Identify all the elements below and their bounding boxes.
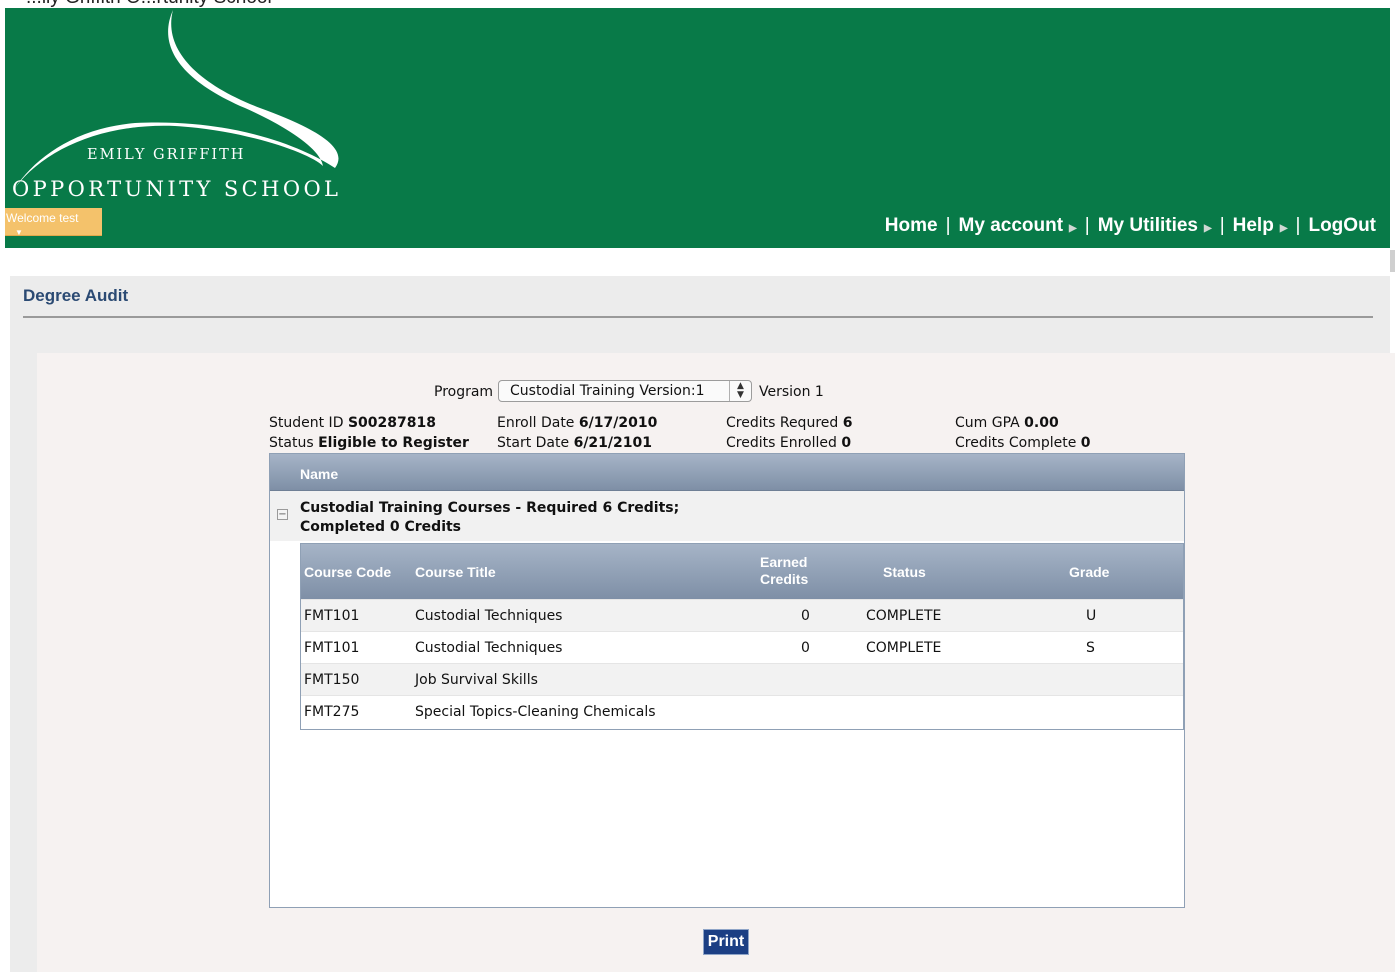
enroll-date-label: Enroll Date	[497, 415, 575, 431]
nav-help[interactable]: Help ▶	[1233, 215, 1288, 237]
cum-gpa-value: 0.00	[1024, 415, 1059, 431]
credits-complete-value: 0	[1080, 435, 1091, 451]
cell-grade: U	[1086, 608, 1097, 624]
nav-separator: |	[1219, 215, 1225, 236]
credits-enrolled-label: Credits Enrolled	[726, 435, 837, 451]
start-date-label: Start Date	[497, 435, 570, 451]
table-row: FMT101 Custodial Techniques 0 COMPLETE U	[301, 599, 1183, 632]
nav-my-account-label: My account	[958, 215, 1064, 236]
program-version: Version 1	[759, 384, 824, 400]
cell-earned: 0	[801, 640, 810, 656]
start-date: Start Date 6/21/2101	[497, 435, 652, 451]
status-label: Status	[269, 435, 314, 451]
logo-text-name: EMILY GRIFFITH	[87, 147, 246, 163]
credits-complete-label: Credits Complete	[955, 435, 1077, 451]
nav-separator: |	[945, 215, 951, 236]
credits-required-value: 6	[842, 415, 853, 431]
nav-home[interactable]: Home	[885, 215, 938, 237]
start-date-value: 6/21/2101	[573, 435, 652, 451]
credits-complete: Credits Complete 0	[955, 435, 1091, 451]
triangle-right-icon: ▶	[1069, 223, 1077, 234]
grid-header-name: Name	[300, 466, 339, 482]
logo-text-school: OPPORTUNITY SCHOOL	[12, 177, 342, 201]
student-id: Student ID S00287818	[269, 415, 436, 431]
nav-logout[interactable]: LogOut	[1308, 215, 1376, 237]
status-value: Eligible to Register	[318, 435, 469, 451]
print-button[interactable]: Print	[703, 929, 749, 955]
chevron-down-icon: ▼	[15, 228, 23, 237]
cell-grade: S	[1086, 640, 1095, 656]
table-row: FMT101 Custodial Techniques 0 COMPLETE S	[301, 631, 1183, 664]
col-course-title[interactable]: Course Title	[415, 564, 496, 580]
collapse-icon[interactable]: −	[277, 509, 288, 520]
nav-my-account[interactable]: My account ▶	[959, 215, 1077, 237]
title-divider	[23, 316, 1373, 318]
course-table: Course Code Course Title Earned Credits …	[300, 543, 1184, 730]
nav-my-utilities-label: My Utilities	[1097, 215, 1198, 236]
grid-header[interactable]: Name	[270, 454, 1184, 491]
table-row: FMT150 Job Survival Skills	[301, 663, 1183, 696]
col-status[interactable]: Status	[883, 564, 926, 580]
cell-code: FMT275	[304, 704, 360, 720]
scrollbar-edge	[1390, 250, 1395, 272]
cum-gpa: Cum GPA 0.00	[955, 415, 1059, 431]
cell-title: Custodial Techniques	[415, 640, 563, 656]
nav-my-utilities[interactable]: My Utilities ▶	[1098, 215, 1212, 237]
triangle-right-icon: ▶	[1279, 223, 1288, 234]
cell-code: FMT150	[304, 672, 360, 688]
program-select-value: Custodial Training Version:1	[510, 383, 705, 399]
welcome-tab[interactable]: Welcome test ▼	[5, 208, 102, 237]
course-table-header: Course Code Course Title Earned Credits …	[301, 544, 1183, 599]
col-earned-line1[interactable]: Earned	[760, 554, 807, 570]
triangle-right-icon: ▶	[1204, 223, 1212, 234]
col-grade[interactable]: Grade	[1069, 564, 1109, 580]
col-course-code[interactable]: Course Code	[304, 564, 391, 580]
top-fragment-text: ...ily Griffith O...rtunity School	[26, 0, 272, 8]
nav-help-label: Help	[1232, 215, 1274, 236]
credits-enrolled: Credits Enrolled 0	[726, 435, 851, 451]
select-arrows-icon: ▲ ▼	[729, 381, 751, 401]
table-row: FMT275 Special Topics-Cleaning Chemicals	[301, 695, 1183, 728]
page-top-fragment: ...ily Griffith O...rtunity School	[0, 0, 1395, 8]
student-id-value: S00287818	[347, 415, 436, 431]
cell-earned: 0	[801, 608, 810, 624]
group-row: − Custodial Training Courses - Required …	[270, 491, 1184, 541]
cum-gpa-label: Cum GPA	[955, 415, 1020, 431]
group-title: Custodial Training Courses - Required 6 …	[300, 500, 680, 535]
audit-grid: Name − Custodial Training Courses - Requ…	[269, 453, 1185, 908]
welcome-label: Welcome test	[6, 211, 79, 225]
cell-code: FMT101	[304, 608, 360, 624]
nav-separator: |	[1295, 215, 1301, 236]
enroll-date: Enroll Date 6/17/2010	[497, 415, 657, 431]
page-title: Degree Audit	[23, 286, 129, 305]
cell-status: COMPLETE	[866, 640, 942, 656]
cell-title: Special Topics-Cleaning Chemicals	[415, 704, 656, 720]
cell-status: COMPLETE	[866, 608, 942, 624]
credits-required: Credits Requred 6	[726, 415, 852, 431]
credits-enrolled-value: 0	[841, 435, 852, 451]
student-id-label: Student ID	[269, 415, 344, 431]
cell-title: Job Survival Skills	[415, 672, 538, 688]
nav-separator: |	[1084, 215, 1090, 236]
enroll-date-value: 6/17/2010	[578, 415, 658, 431]
student-status: Status Eligible to Register	[269, 435, 469, 451]
cell-code: FMT101	[304, 640, 360, 656]
cell-title: Custodial Techniques	[415, 608, 563, 624]
col-earned-line2[interactable]: Credits	[760, 571, 808, 587]
credits-required-label: Credits Requred	[726, 415, 839, 431]
main-nav: Home | My account ▶ | My Utilities ▶ | Hel…	[885, 215, 1376, 237]
site-header: EMILY GRIFFITH OPPORTUNITY SCHOOL Welcom…	[5, 8, 1390, 248]
program-select[interactable]: Custodial Training Version:1 ▲ ▼	[498, 380, 752, 402]
program-label: Program	[434, 384, 494, 400]
